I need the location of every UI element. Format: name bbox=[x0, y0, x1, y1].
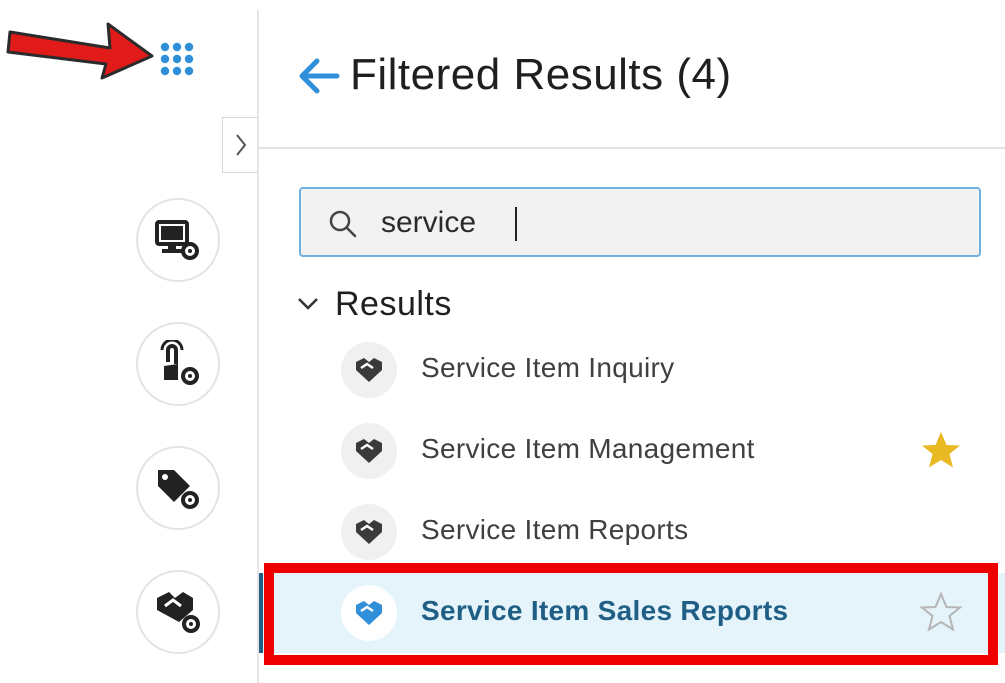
selection-indicator bbox=[259, 573, 263, 653]
search-box[interactable] bbox=[299, 187, 981, 257]
result-label: Service Item Management bbox=[421, 433, 755, 464]
result-label: Service Item Inquiry bbox=[421, 352, 675, 383]
back-arrow-icon[interactable] bbox=[297, 56, 341, 96]
search-icon bbox=[329, 210, 357, 238]
chevron-right-icon bbox=[236, 134, 247, 156]
nav-monitor-settings[interactable] bbox=[136, 198, 220, 282]
chevron-down-icon bbox=[298, 298, 318, 310]
expand-sidebar-button[interactable] bbox=[222, 117, 259, 173]
main-panel: Filtered Results (4) Results Service Ite… bbox=[259, 0, 1005, 683]
annotation-arrow bbox=[6, 22, 154, 80]
favorite-star-outline-icon[interactable] bbox=[919, 591, 963, 635]
handshake-settings-icon bbox=[157, 592, 200, 633]
result-item-selected[interactable]: Service Item Sales Reports bbox=[259, 573, 1005, 653]
result-label: Service Item Reports bbox=[421, 514, 689, 545]
favorite-star-filled-icon[interactable] bbox=[919, 429, 963, 473]
page-title: Filtered Results (4) bbox=[350, 50, 732, 99]
results-section-label: Results bbox=[335, 284, 452, 323]
result-item[interactable]: Service Item Inquiry bbox=[259, 330, 1005, 410]
app-launcher-icon[interactable] bbox=[158, 40, 204, 86]
monitor-settings-icon bbox=[155, 220, 199, 260]
handshake-icon bbox=[341, 504, 397, 560]
text-cursor bbox=[515, 207, 517, 241]
result-label: Service Item Sales Reports bbox=[421, 595, 789, 626]
search-input[interactable] bbox=[381, 199, 961, 247]
handshake-icon bbox=[341, 585, 397, 641]
handshake-icon bbox=[341, 342, 397, 398]
result-item[interactable]: Service Item Reports bbox=[259, 492, 1005, 572]
nav-tag-settings[interactable] bbox=[136, 446, 220, 530]
tag-settings-icon bbox=[158, 470, 199, 509]
header: Filtered Results (4) bbox=[259, 0, 1005, 149]
result-item[interactable]: Service Item Management bbox=[259, 411, 1005, 491]
touch-settings-icon bbox=[160, 340, 199, 385]
handshake-icon bbox=[341, 423, 397, 479]
nav-handshake-settings[interactable] bbox=[136, 570, 220, 654]
results-section-toggle[interactable]: Results bbox=[297, 282, 452, 326]
nav-touch-settings[interactable] bbox=[136, 322, 220, 406]
sidebar bbox=[0, 0, 259, 683]
